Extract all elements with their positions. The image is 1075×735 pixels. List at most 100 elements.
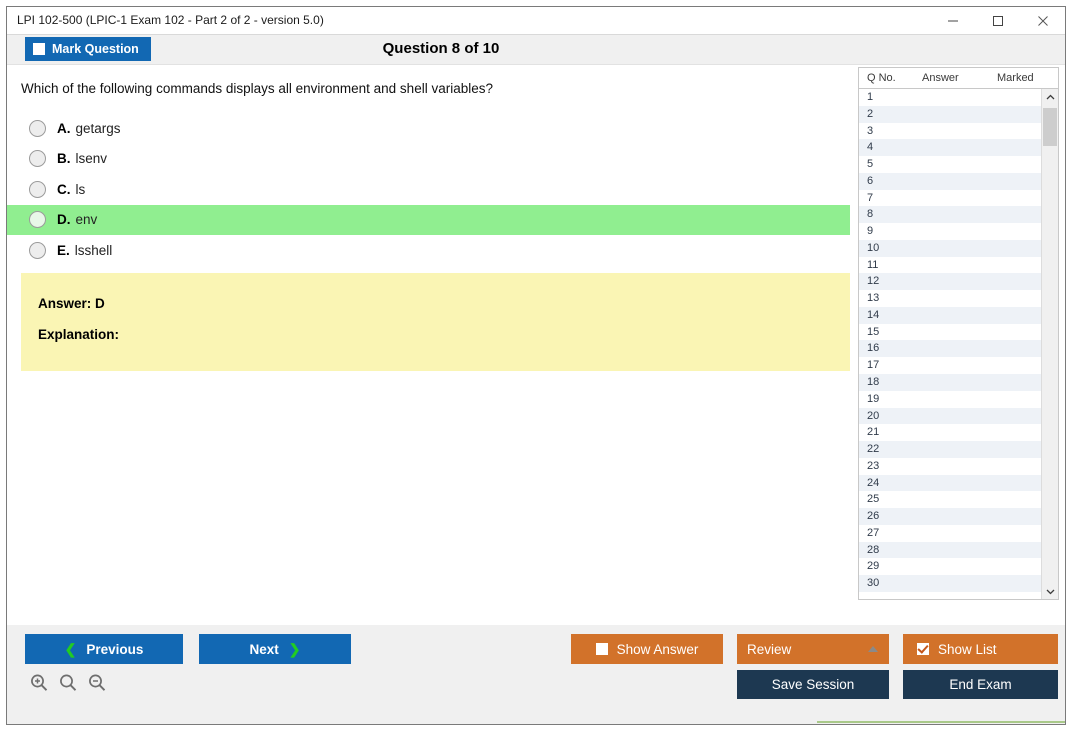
- explanation-label: Explanation:: [38, 327, 120, 342]
- save-session-button[interactable]: Save Session: [737, 670, 889, 699]
- show-answer-button[interactable]: Show Answer: [571, 634, 723, 664]
- question-list-row[interactable]: 15: [859, 323, 1041, 341]
- scroll-up-icon[interactable]: [1042, 89, 1058, 106]
- question-number: 23: [867, 459, 880, 472]
- show-list-checkbox-icon: [917, 643, 929, 655]
- question-list-row[interactable]: 28: [859, 541, 1041, 559]
- minimize-icon[interactable]: [930, 7, 975, 34]
- previous-label: Previous: [86, 641, 144, 657]
- zoom-out-icon[interactable]: [87, 673, 107, 693]
- show-list-label: Show List: [938, 641, 997, 657]
- question-number: 10: [867, 241, 880, 254]
- question-text: Which of the following commands displays…: [21, 81, 493, 96]
- show-list-button[interactable]: Show List: [903, 634, 1058, 664]
- question-list-row[interactable]: 30: [859, 575, 1041, 592]
- maximize-icon[interactable]: [975, 7, 1020, 34]
- question-number: 2: [867, 107, 874, 120]
- question-number: 19: [867, 392, 880, 405]
- answer-options-list: A. getargs B. lsenv C. ls D. env E. lsshell: [7, 113, 850, 266]
- question-list-row[interactable]: 17: [859, 357, 1041, 375]
- column-header-marked: Marked: [997, 72, 1034, 84]
- header-strip: Mark Question Question 8 of 10: [7, 35, 1065, 65]
- question-list-row[interactable]: 24: [859, 474, 1041, 492]
- question-list-row[interactable]: 23: [859, 457, 1041, 475]
- question-list-row[interactable]: 22: [859, 441, 1041, 458]
- question-list-row[interactable]: 3: [859, 122, 1041, 140]
- close-icon[interactable]: [1020, 7, 1065, 34]
- end-exam-label: End Exam: [949, 677, 1012, 692]
- review-label: Review: [747, 641, 792, 657]
- scroll-down-icon[interactable]: [1042, 583, 1058, 599]
- question-list-row[interactable]: 10: [859, 239, 1041, 257]
- option-letter: D.: [57, 212, 71, 228]
- question-list-row[interactable]: 14: [859, 306, 1041, 324]
- review-dropdown[interactable]: Review: [737, 634, 889, 664]
- option-text: lsshell: [74, 242, 113, 258]
- question-number: 29: [867, 560, 880, 573]
- answer-option-b[interactable]: B. lsenv: [7, 144, 850, 175]
- option-text: ls: [75, 181, 86, 197]
- radio-button-icon[interactable]: [29, 211, 46, 229]
- answer-option-e[interactable]: E. lsshell: [7, 235, 850, 266]
- question-number: 17: [867, 359, 880, 372]
- question-number: 12: [867, 275, 880, 288]
- question-number: 27: [867, 526, 880, 539]
- question-number: 21: [867, 426, 880, 439]
- radio-button-icon[interactable]: [29, 150, 46, 168]
- question-list-row[interactable]: 19: [859, 390, 1041, 408]
- radio-button-icon[interactable]: [29, 119, 46, 137]
- question-list-row[interactable]: 26: [859, 508, 1041, 525]
- chevron-left-icon: ❮: [64, 641, 77, 657]
- question-list-row[interactable]: 27: [859, 524, 1041, 542]
- save-session-label: Save Session: [771, 677, 855, 692]
- zoom-reset-icon[interactable]: [58, 673, 78, 693]
- radio-button-icon[interactable]: [29, 241, 46, 259]
- question-list-row[interactable]: 8: [859, 206, 1041, 224]
- question-list-row[interactable]: 2: [859, 105, 1041, 123]
- option-text: env: [75, 212, 98, 228]
- zoom-in-icon[interactable]: [29, 673, 49, 693]
- question-list-row[interactable]: 1: [859, 89, 1041, 106]
- next-button[interactable]: Next ❯: [199, 634, 351, 664]
- radio-button-icon[interactable]: [29, 180, 46, 198]
- question-list-row[interactable]: 11: [859, 256, 1041, 274]
- title-bar: LPI 102-500 (LPIC-1 Exam 102 - Part 2 of…: [7, 7, 1065, 35]
- question-list-header: Q No. Answer Marked: [859, 68, 1058, 89]
- answer-option-a[interactable]: A. getargs: [7, 113, 850, 144]
- question-list-row[interactable]: 25: [859, 491, 1041, 509]
- question-list-row[interactable]: 6: [859, 172, 1041, 190]
- question-rows-container: 1 2 3 4 5 6 7 8 9 10 11 12 13 14 15 16 17 18 19 20 21 22 23 24 2…: [859, 89, 1041, 592]
- column-header-qno: Q No.: [867, 72, 896, 84]
- previous-button[interactable]: ❮ Previous: [25, 634, 183, 664]
- question-number: 4: [867, 141, 874, 154]
- end-exam-button[interactable]: End Exam: [903, 670, 1058, 699]
- question-number: 5: [867, 158, 874, 171]
- question-list-row[interactable]: 21: [859, 424, 1041, 442]
- question-list-row[interactable]: 12: [859, 273, 1041, 291]
- answer-label: Answer: D: [38, 296, 105, 311]
- answer-option-c[interactable]: C. ls: [7, 174, 850, 205]
- question-list-row[interactable]: 18: [859, 374, 1041, 391]
- option-letter: C.: [57, 181, 71, 197]
- answer-explanation-panel: Answer: D Explanation:: [21, 273, 850, 371]
- question-list-row[interactable]: 16: [859, 340, 1041, 358]
- question-list-row[interactable]: 7: [859, 189, 1041, 207]
- question-list-scrollbar[interactable]: [1041, 89, 1058, 599]
- question-list-row[interactable]: 9: [859, 223, 1041, 240]
- answer-option-d[interactable]: D. env: [7, 204, 850, 235]
- footer-toolbar: ❮ Previous Next ❯ Show Answer Review Sho…: [7, 625, 1065, 723]
- question-number: 20: [867, 409, 880, 422]
- option-letter: A.: [57, 120, 71, 136]
- question-list-row[interactable]: 29: [859, 558, 1041, 576]
- question-number: 7: [867, 191, 874, 204]
- question-number: 6: [867, 174, 874, 187]
- question-number: 15: [867, 325, 880, 338]
- question-number: 14: [867, 308, 880, 321]
- question-list-row[interactable]: 4: [859, 139, 1041, 157]
- question-counter: Question 8 of 10: [382, 40, 500, 57]
- question-list-row[interactable]: 13: [859, 290, 1041, 307]
- question-list-row[interactable]: 20: [859, 407, 1041, 425]
- question-list-row[interactable]: 5: [859, 156, 1041, 173]
- scrollbar-thumb[interactable]: [1043, 108, 1057, 146]
- chevron-right-icon: ❯: [288, 641, 301, 657]
